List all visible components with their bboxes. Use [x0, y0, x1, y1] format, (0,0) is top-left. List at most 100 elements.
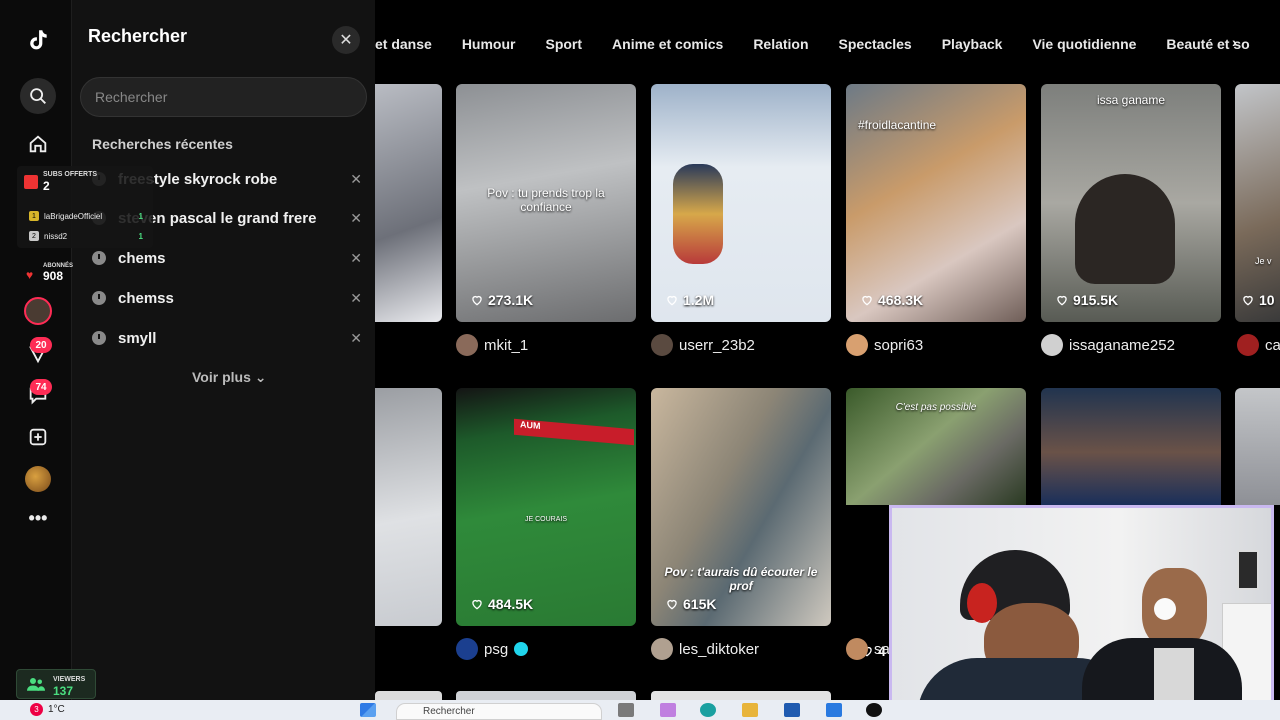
video-caption: JE COURAIS: [524, 516, 567, 523]
video-likes: 10: [1241, 292, 1275, 308]
video-card[interactable]: [456, 691, 636, 700]
see-more-button[interactable]: Voir plus ⌄: [192, 369, 266, 386]
video-likes: 484.5K: [470, 596, 533, 612]
followers-count: 908: [43, 269, 64, 283]
folder-icon[interactable]: [742, 703, 758, 717]
search-panel: Rechercher ✕ Recherches récentes freesty…: [72, 0, 375, 700]
heart-icon: [667, 295, 677, 306]
viewers-widget: VIEWERS 137: [16, 669, 96, 699]
video-card[interactable]: C'est pas possible: [846, 388, 1026, 505]
clock-icon: [92, 291, 106, 305]
likes-count: 915.5K: [1073, 292, 1119, 308]
remove-icon[interactable]: ✕: [350, 330, 362, 347]
app-icon[interactable]: [826, 703, 842, 717]
video-card[interactable]: issa ganame 915.5K: [1041, 84, 1221, 322]
rank-badge: 2: [29, 231, 39, 241]
top-sub-row: 1 laBrigadeOfficiel 1: [29, 209, 145, 223]
video-card[interactable]: [1041, 388, 1221, 505]
weather-label[interactable]: 1°C: [48, 704, 65, 715]
panel-title: Rechercher: [88, 26, 188, 46]
category-tab[interactable]: Spectacles: [839, 36, 912, 52]
live-avatar-icon[interactable]: [20, 293, 56, 329]
remove-icon[interactable]: ✕: [350, 210, 362, 227]
category-tab[interactable]: Humour: [462, 36, 516, 52]
author-name: mkit_1: [484, 336, 529, 354]
video-card[interactable]: [375, 388, 442, 626]
category-tab[interactable]: Sport: [545, 36, 582, 52]
profile-avatar[interactable]: [20, 461, 56, 497]
video-card[interactable]: 1.2M: [651, 84, 831, 322]
author-name: issaganame252: [1069, 336, 1175, 354]
video-author[interactable]: sa: [846, 637, 890, 661]
messages-badge: 74: [30, 379, 52, 395]
video-author[interactable]: userr_23b2: [651, 333, 755, 357]
heart-icon: [1057, 295, 1067, 306]
recent-search-item[interactable]: chems ✕: [92, 245, 362, 271]
author-name: ca: [1265, 336, 1280, 354]
close-icon[interactable]: ✕: [332, 26, 360, 54]
avatar: [846, 638, 868, 660]
category-tab[interactable]: Beauté et so: [1166, 36, 1249, 52]
home-icon[interactable]: [20, 126, 56, 162]
remove-icon[interactable]: ✕: [350, 290, 362, 307]
search-input[interactable]: [80, 77, 367, 117]
video-author[interactable]: psg: [456, 637, 529, 661]
recent-search-item[interactable]: smyll ✕: [92, 325, 362, 351]
recent-search-item[interactable]: chemss ✕: [92, 285, 362, 311]
category-tab[interactable]: Vie quotidienne: [1032, 36, 1136, 52]
subs-label: SUBS OFFERTS: [43, 171, 98, 178]
sub-name: laBrigadeOfficiel: [44, 211, 103, 221]
copilot-icon[interactable]: [660, 703, 676, 717]
edge-icon[interactable]: [700, 703, 716, 717]
avatar: [1041, 334, 1063, 356]
taskbar-search[interactable]: Rechercher: [396, 703, 602, 720]
users-icon: [27, 678, 45, 691]
task-view-icon[interactable]: [618, 703, 634, 717]
video-caption: #froidlacantine: [858, 118, 937, 132]
category-tab[interactable]: Anime et comics: [612, 36, 723, 52]
weather-badge: 3: [30, 703, 43, 716]
category-tab[interactable]: et danse: [375, 36, 432, 52]
video-card[interactable]: AUM JE COURAIS 484.5K: [456, 388, 636, 626]
video-author[interactable]: ca: [1237, 333, 1280, 357]
remove-icon[interactable]: ✕: [350, 171, 362, 188]
author-name: sa: [874, 640, 890, 658]
video-author[interactable]: les_diktoker: [651, 637, 759, 661]
video-author[interactable]: mkit_1: [456, 333, 528, 357]
video-card[interactable]: [375, 691, 442, 700]
windows-start-icon[interactable]: [360, 703, 376, 717]
search-icon[interactable]: [20, 78, 56, 114]
store-icon[interactable]: [784, 703, 800, 717]
category-tab[interactable]: Relation: [753, 36, 808, 52]
avatar: [1237, 334, 1259, 356]
video-card[interactable]: #froidlacantine 468.3K: [846, 84, 1026, 322]
video-card[interactable]: [651, 691, 831, 700]
sub-name: nissd2: [44, 231, 68, 241]
remove-icon[interactable]: ✕: [350, 250, 362, 267]
more-icon[interactable]: •••: [20, 500, 56, 536]
video-likes: 915.5K: [1055, 292, 1118, 308]
video-card[interactable]: Je v 10: [1235, 84, 1280, 322]
webcam-overlay: [889, 505, 1274, 720]
video-author[interactable]: sopri63: [846, 333, 923, 357]
category-tab[interactable]: Playback: [942, 36, 1003, 52]
video-card[interactable]: Pov : t'aurais dû écouter le prof 615K: [651, 388, 831, 626]
top-sub-row: 2 nissd2 1: [29, 229, 145, 243]
recent-search-label: chemss: [118, 289, 174, 307]
upload-icon[interactable]: [20, 419, 56, 455]
tiktok-logo-icon[interactable]: [20, 22, 56, 58]
video-card[interactable]: [1235, 388, 1280, 505]
video-caption: Pov : t'aurais dû écouter le prof: [664, 565, 818, 593]
recent-search-label: chems: [118, 249, 166, 267]
video-author[interactable]: issaganame252: [1041, 333, 1175, 357]
inbox-badge: 20: [30, 337, 52, 353]
chevron-right-icon[interactable]: ›: [1232, 34, 1237, 50]
video-card[interactable]: Pov : tu prends trop la confiance 273.1K: [456, 84, 636, 322]
rank-badge: 1: [29, 211, 39, 221]
author-name: sopri63: [874, 336, 924, 354]
tiktok-app-icon[interactable]: [866, 703, 882, 717]
likes-count: 273.1K: [488, 292, 534, 308]
author-name: les_diktoker: [679, 640, 760, 658]
heart-icon: [472, 599, 482, 610]
video-card[interactable]: [375, 84, 442, 322]
